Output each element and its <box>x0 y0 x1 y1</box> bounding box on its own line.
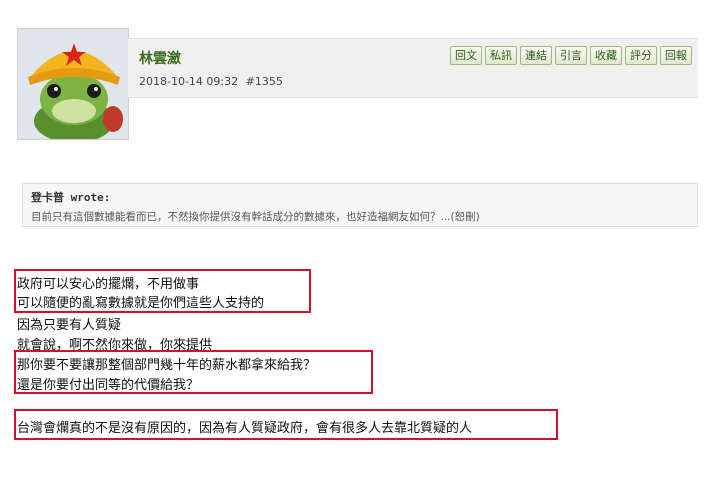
private-message-button[interactable]: 私訊 <box>485 46 517 65</box>
frog-with-yellow-hat-icon <box>18 29 128 139</box>
report-button[interactable]: 回報 <box>660 46 692 65</box>
avatar[interactable] <box>17 28 129 140</box>
post-meta: 2018-10-14 09:32 #1355 <box>139 75 287 88</box>
body-line: 還是你要付出同等的代價給我？ <box>17 378 200 393</box>
link-button[interactable]: 連結 <box>520 46 552 65</box>
quote-button[interactable]: 引言 <box>555 46 587 65</box>
body-line: 可以隨便的亂寫數據就是你們這些人支持的 <box>17 296 265 311</box>
rate-button[interactable]: 評分 <box>625 46 657 65</box>
quote-box: 登卡普 wrote: 目前只有這個數據能看而已，不然換你提供沒有幹話成分的數據來… <box>22 183 698 227</box>
body-line: 因為只要有人質疑 <box>17 318 122 333</box>
quote-text: 目前只有這個數據能看而已，不然換你提供沒有幹話成分的數據來，也好造福網友如何？.… <box>31 211 480 223</box>
post-number[interactable]: #1355 <box>246 75 283 88</box>
poster-name[interactable]: 林雲瀲 <box>139 48 181 68</box>
body-line: 政府可以安心的擺爛，不用做事 <box>17 277 200 292</box>
quote-author: 登卡普 wrote: <box>31 191 111 204</box>
post-header: 林雲瀲 2018-10-14 09:32 #1355 回文 私訊 連結 引言 收… <box>128 38 698 98</box>
body-line: 就會說，啊不然你來做，你來提供 <box>17 338 213 353</box>
reply-button[interactable]: 回文 <box>450 46 482 65</box>
body-line: 那你要不要讓那整個部門幾十年的薪水都拿來給我？ <box>17 358 317 373</box>
favorite-button[interactable]: 收藏 <box>590 46 622 65</box>
body-line: 台灣會爛真的不是沒有原因的，因為有人質疑政府，會有很多人去靠北質疑的人 <box>17 421 473 436</box>
post-date: 2018-10-14 09:32 <box>139 75 239 88</box>
post-actions: 回文 私訊 連結 引言 收藏 評分 回報 <box>450 46 692 65</box>
